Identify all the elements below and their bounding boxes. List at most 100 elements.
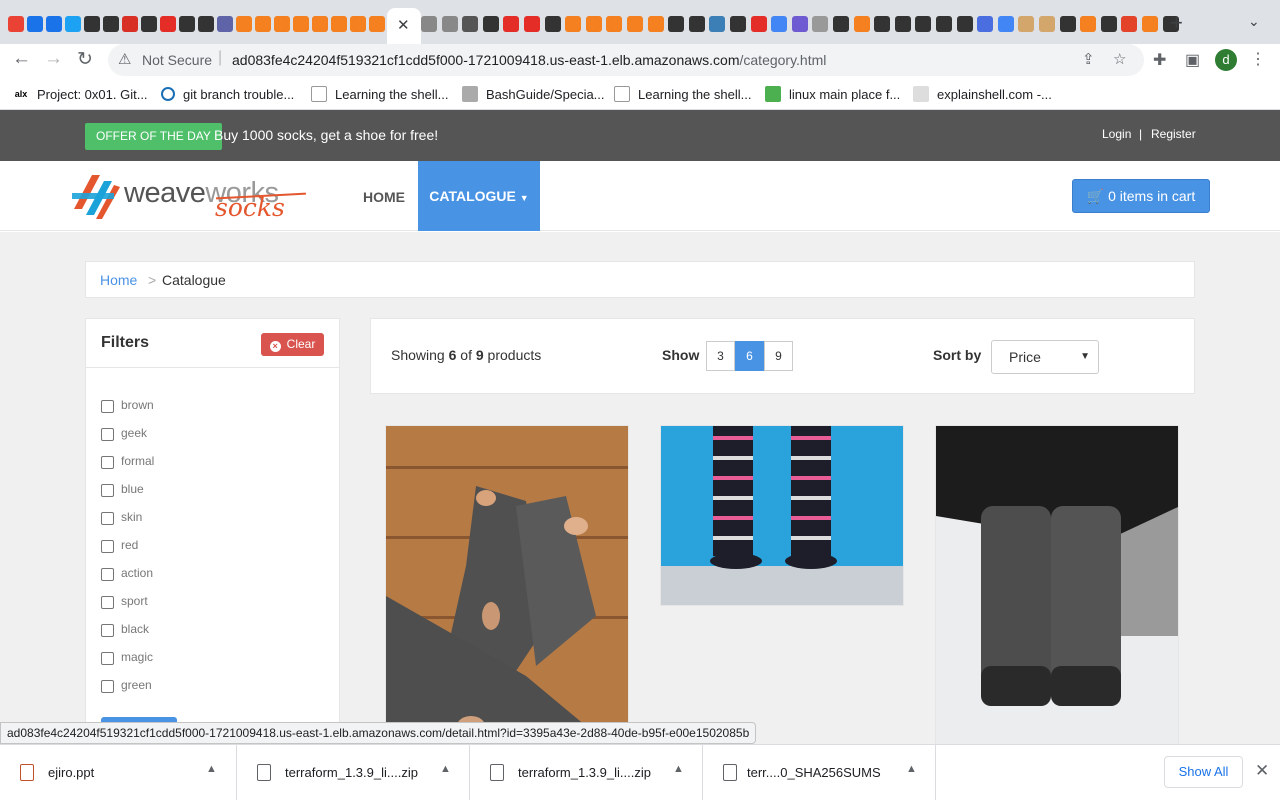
filter-option[interactable]: geek: [101, 426, 147, 441]
active-tab[interactable]: ✕: [387, 8, 421, 44]
tab-favicon-icon[interactable]: [331, 16, 347, 32]
tab-favicon-icon[interactable]: [274, 16, 290, 32]
filter-option[interactable]: action: [101, 566, 153, 581]
side-panel-icon[interactable]: ▣: [1185, 50, 1200, 70]
filter-checkbox[interactable]: [101, 567, 114, 581]
register-link[interactable]: Register: [1151, 127, 1196, 141]
filter-checkbox[interactable]: [101, 511, 114, 525]
tab-favicon-icon[interactable]: [1080, 16, 1097, 32]
tab-favicon-icon[interactable]: [503, 16, 520, 32]
tab-favicon-icon[interactable]: [482, 16, 499, 32]
filter-option[interactable]: red: [101, 538, 138, 553]
product-card[interactable]: [935, 425, 1179, 755]
tab-favicon-icon[interactable]: [791, 16, 808, 32]
tab-favicon-icon[interactable]: [997, 16, 1014, 32]
tab-favicon-icon[interactable]: [103, 16, 119, 32]
warning-icon[interactable]: ⚠: [118, 50, 131, 68]
new-tab-button[interactable]: +: [1170, 10, 1183, 36]
tab-favicon-icon[interactable]: [627, 16, 643, 32]
product-image[interactable]: [386, 426, 628, 755]
share-icon[interactable]: ⇪: [1082, 50, 1095, 68]
tab-favicon-icon[interactable]: [524, 16, 540, 32]
tab-favicon-icon[interactable]: [141, 16, 157, 32]
tab-favicon-icon[interactable]: [441, 16, 458, 32]
close-tab-icon[interactable]: ✕: [397, 16, 410, 34]
filter-checkbox[interactable]: [101, 595, 114, 609]
nav-catalogue[interactable]: CATALOGUE ▼: [418, 161, 540, 231]
login-link[interactable]: Login: [1102, 127, 1131, 141]
tab-favicon-icon[interactable]: [750, 16, 767, 32]
tab-favicon-icon[interactable]: [8, 16, 24, 32]
profile-avatar[interactable]: d: [1215, 49, 1237, 71]
page-size-3[interactable]: 3: [706, 341, 735, 371]
tab-favicon-icon[interactable]: [198, 16, 214, 32]
tab-favicon-icon[interactable]: [160, 16, 176, 32]
chevron-up-icon[interactable]: ▲: [206, 763, 217, 775]
product-card[interactable]: [385, 425, 629, 755]
bookmark-item[interactable]: git branch trouble...: [161, 85, 294, 103]
tab-favicon-icon[interactable]: [84, 16, 100, 32]
download-item[interactable]: terraform_1.3.9_li....zip ▲: [470, 745, 703, 800]
tab-favicon-icon[interactable]: [544, 16, 561, 32]
url-text[interactable]: ad083fe4c24204f519321cf1cdd5f000-1721009…: [232, 52, 826, 68]
tab-favicon-icon[interactable]: [1018, 16, 1035, 32]
product-image[interactable]: [936, 426, 1178, 755]
bookmark-star-icon[interactable]: ☆: [1113, 50, 1126, 68]
download-item[interactable]: terraform_1.3.9_li....zip ▲: [237, 745, 470, 800]
tab-favicon-icon[interactable]: [369, 16, 385, 32]
tab-favicon-icon[interactable]: [1059, 16, 1076, 32]
tab-favicon-icon[interactable]: [255, 16, 271, 32]
filter-checkbox[interactable]: [101, 679, 114, 693]
show-all-downloads-button[interactable]: Show All: [1164, 756, 1243, 788]
tab-favicon-icon[interactable]: [565, 16, 582, 32]
filter-checkbox[interactable]: [101, 539, 114, 553]
tab-favicon-icon[interactable]: [1100, 16, 1117, 32]
forward-icon[interactable]: →: [44, 48, 63, 70]
address-bar[interactable]: ⚠ Not Securе | ad083fe4c24204f519321cf1c…: [108, 44, 1144, 76]
browser-menu-icon[interactable]: ⋮: [1250, 49, 1266, 69]
tab-favicon-icon[interactable]: [709, 16, 726, 32]
tab-favicon-icon[interactable]: [771, 16, 788, 32]
sort-select[interactable]: Price ▼: [991, 340, 1099, 374]
bookmark-item[interactable]: explainshell.com -...: [913, 85, 1052, 103]
tab-favicon-icon[interactable]: [956, 16, 973, 32]
cart-button[interactable]: 🛒 0 items in cart: [1072, 179, 1210, 213]
download-item[interactable]: ejiro.ppt ▲: [0, 745, 237, 800]
tab-favicon-icon[interactable]: [293, 16, 309, 32]
weaveworks-socks-logo[interactable]: weaveworks socks: [70, 171, 310, 222]
filter-checkbox[interactable]: [101, 427, 114, 441]
filter-checkbox[interactable]: [101, 399, 114, 413]
tab-favicon-icon[interactable]: [606, 16, 623, 32]
tab-favicon-icon[interactable]: [27, 16, 43, 32]
tab-favicon-icon[interactable]: [647, 16, 664, 32]
tab-favicon-icon[interactable]: [122, 16, 138, 32]
filter-option[interactable]: formal: [101, 454, 154, 469]
tab-favicon-icon[interactable]: [833, 16, 849, 32]
filter-option[interactable]: black: [101, 622, 149, 637]
tab-favicon-icon[interactable]: [585, 16, 602, 32]
download-item[interactable]: terr....0_SHA256SUMS ▲: [703, 745, 936, 800]
tab-favicon-icon[interactable]: [236, 16, 252, 32]
chevron-up-icon[interactable]: ▲: [673, 763, 684, 775]
clear-filters-button[interactable]: × Clear: [261, 333, 324, 356]
product-card[interactable]: [660, 425, 904, 606]
chevron-up-icon[interactable]: ▲: [440, 763, 451, 775]
tab-search-icon[interactable]: ⌄: [1248, 13, 1260, 30]
filter-option[interactable]: blue: [101, 482, 144, 497]
tab-favicon-icon[interactable]: [668, 16, 685, 32]
tab-favicon-icon[interactable]: [1039, 16, 1055, 32]
security-label[interactable]: Not Securе: [142, 52, 212, 68]
tab-favicon-icon[interactable]: [217, 16, 233, 32]
breadcrumb-home[interactable]: Home: [100, 272, 137, 288]
tab-favicon-icon[interactable]: [179, 16, 195, 32]
tab-favicon-icon[interactable]: [977, 16, 994, 32]
page-size-6[interactable]: 6: [735, 341, 764, 371]
tab-favicon-icon[interactable]: [312, 16, 328, 32]
filter-option[interactable]: magic: [101, 650, 153, 665]
filter-checkbox[interactable]: [101, 483, 114, 497]
bookmark-item[interactable]: linux main place f...: [765, 85, 900, 103]
tab-favicon-icon[interactable]: [1121, 16, 1138, 32]
bookmark-item[interactable]: Learning the shell...: [311, 85, 448, 103]
filter-option[interactable]: skin: [101, 510, 142, 525]
bookmark-item[interactable]: BashGuide/Specia...: [462, 85, 605, 103]
